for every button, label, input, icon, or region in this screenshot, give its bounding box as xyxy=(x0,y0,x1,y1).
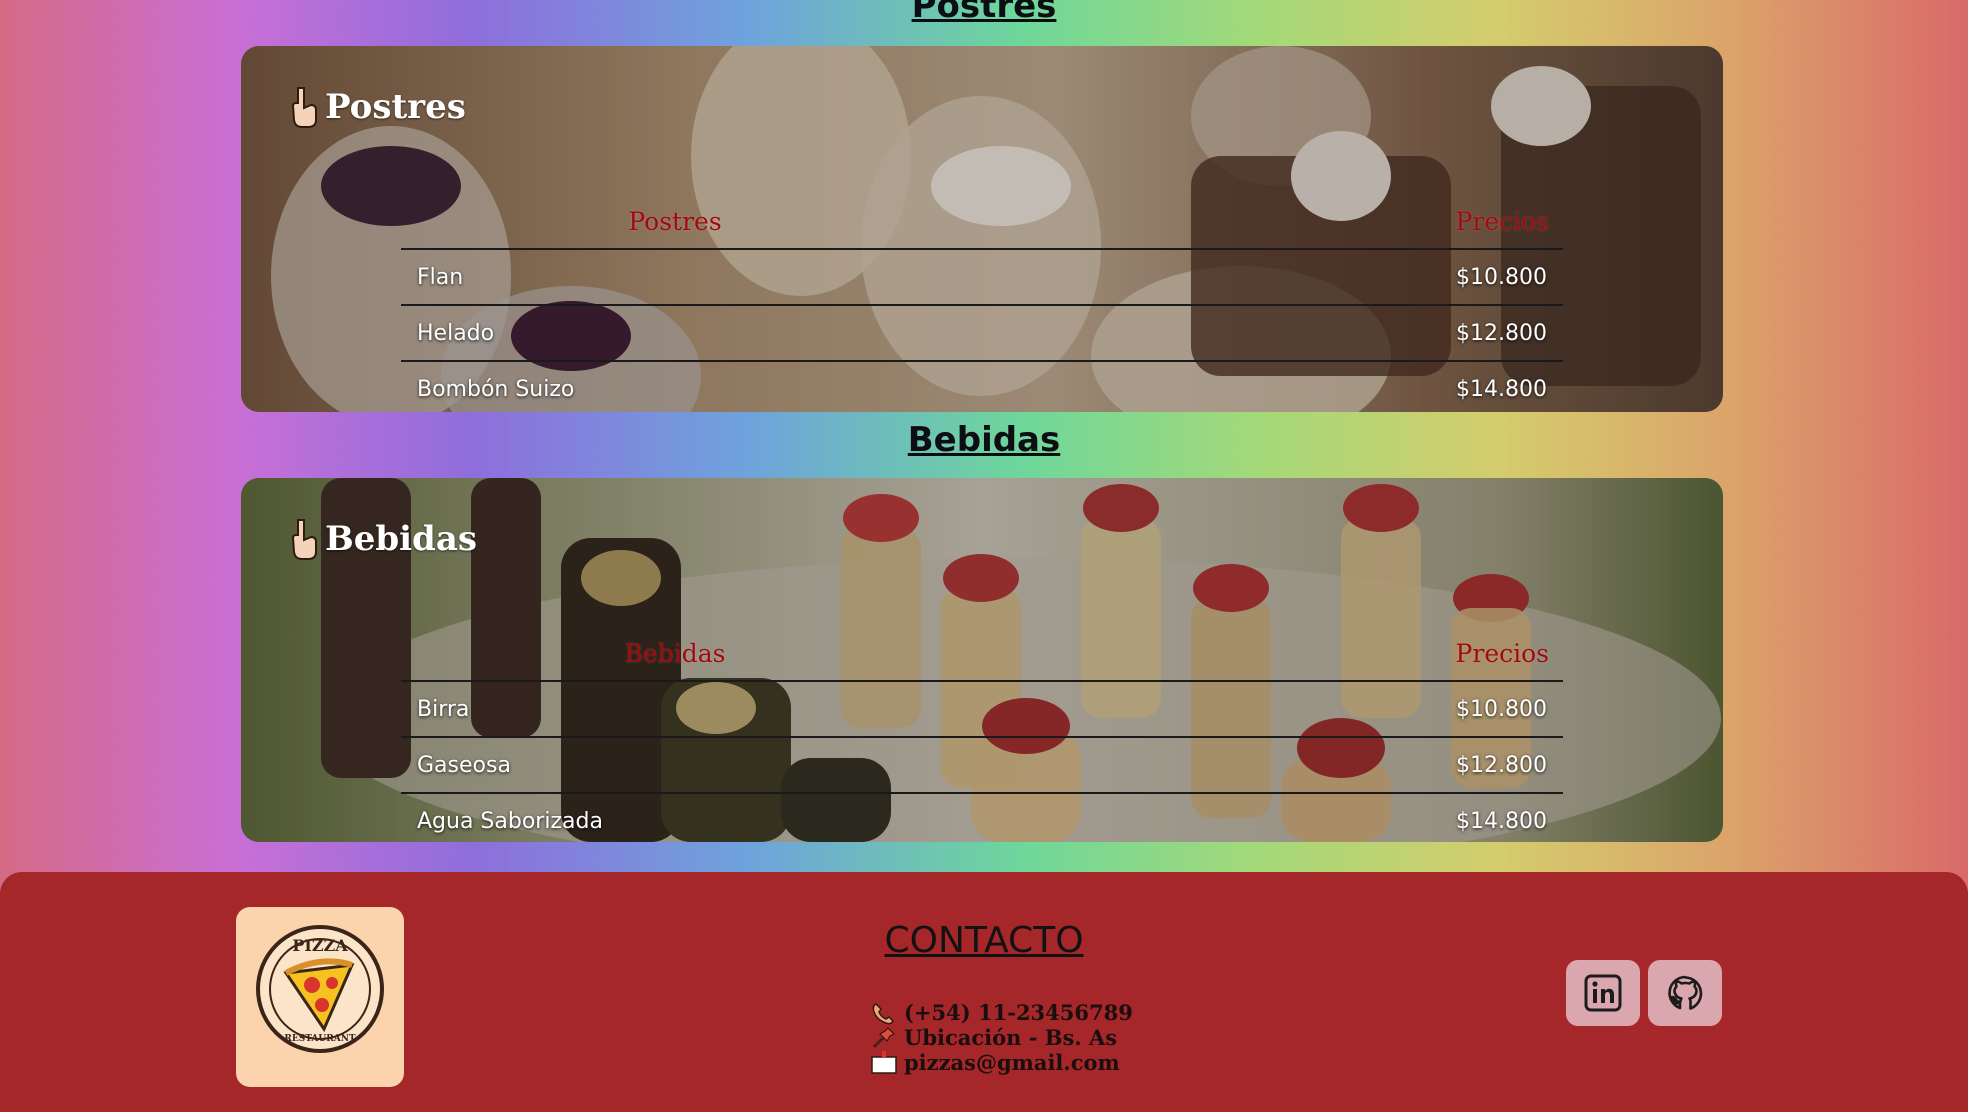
column-header-item: Bebidas xyxy=(401,626,949,682)
contact-title: CONTACTO xyxy=(884,920,1084,961)
item-name: Bombón Suizo xyxy=(401,361,949,412)
phone-icon xyxy=(872,1002,894,1024)
table-row: Agua Saborizada $14.800 xyxy=(401,793,1563,842)
pointing-hand-icon xyxy=(291,87,317,128)
table-row: Bombón Suizo $14.800 xyxy=(401,361,1563,412)
menu-card-postres: Postres Postres Precios Flan $10.800 Hel… xyxy=(241,46,1723,412)
item-name: Birra xyxy=(401,681,949,738)
card-title-text: Bebidas xyxy=(325,519,478,559)
item-name: Helado xyxy=(401,305,949,362)
item-name: Flan xyxy=(401,249,949,306)
column-header-price: Precios xyxy=(949,626,1563,682)
column-header-price: Precios xyxy=(949,194,1563,250)
item-price: $14.800 xyxy=(949,361,1563,412)
menu-card-bebidas: Bebidas Bebidas Precios Birra $10.800 Ga… xyxy=(241,478,1723,842)
item-price: $12.800 xyxy=(949,737,1563,794)
item-name: Gaseosa xyxy=(401,737,949,794)
location-text: Ubicación - Bs. As xyxy=(904,1025,1118,1050)
item-price: $14.800 xyxy=(949,793,1563,842)
github-icon xyxy=(1668,975,1703,1010)
pointing-hand-icon xyxy=(291,519,317,560)
svg-text:RESTAURANT: RESTAURANT xyxy=(284,1034,356,1044)
email-text: pizzas@gmail.com xyxy=(904,1050,1120,1075)
contact-phone: (+54) 11-23456789 xyxy=(870,1000,1133,1025)
column-header-item: Postres xyxy=(401,194,949,250)
menu-table-bebidas: Bebidas Precios Birra $10.800 Gaseosa $1… xyxy=(401,626,1563,842)
contact-email: pizzas@gmail.com xyxy=(870,1050,1133,1075)
card-title-text: Postres xyxy=(325,87,466,127)
item-price: $10.800 xyxy=(949,681,1563,738)
card-title-bebidas: Bebidas xyxy=(289,518,477,560)
table-row: Flan $10.800 xyxy=(401,249,1563,306)
contact-location: Ubicación - Bs. As xyxy=(870,1025,1133,1050)
table-row: Birra $10.800 xyxy=(401,681,1563,738)
email-icon xyxy=(871,1050,897,1074)
linkedin-button[interactable] xyxy=(1566,960,1640,1026)
card-title-postres: Postres xyxy=(289,86,466,128)
table-row: Helado $12.800 xyxy=(401,305,1563,362)
section-heading-postres: Postres xyxy=(911,0,1057,26)
contact-list: (+54) 11-23456789 Ubicación - Bs. As piz… xyxy=(870,1000,1133,1075)
linkedin-icon xyxy=(1584,974,1622,1012)
github-button[interactable] xyxy=(1648,960,1722,1026)
table-row: Gaseosa $12.800 xyxy=(401,737,1563,794)
site-footer: PIZZA RESTAURANT CONTACTO (+54) 11-23456… xyxy=(0,872,1968,1112)
item-price: $12.800 xyxy=(949,305,1563,362)
phone-text: (+54) 11-23456789 xyxy=(904,1000,1133,1025)
item-name: Agua Saborizada xyxy=(401,793,949,842)
item-price: $10.800 xyxy=(949,249,1563,306)
location-pin-icon xyxy=(873,1026,896,1048)
menu-table-postres: Postres Precios Flan $10.800 Helado $12.… xyxy=(401,194,1563,412)
section-heading-bebidas: Bebidas xyxy=(907,420,1061,460)
